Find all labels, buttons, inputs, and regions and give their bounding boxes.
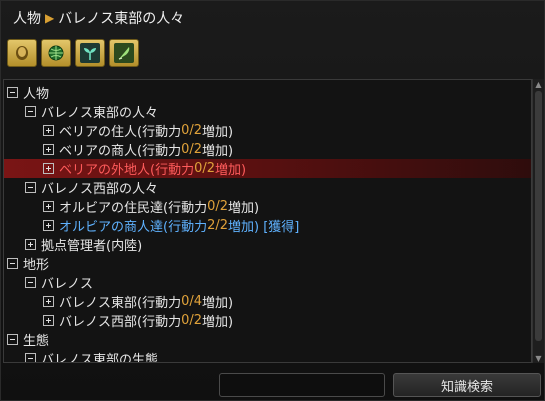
collapse-icon[interactable] <box>7 87 18 98</box>
expand-icon[interactable] <box>25 239 36 250</box>
globe-icon <box>48 45 64 61</box>
tree-node-people[interactable]: 人物 <box>4 83 522 102</box>
tree-node-velia-residents[interactable]: ベリアの住人(行動力 0/2 増加) <box>4 121 531 140</box>
category-toolbar <box>7 39 139 67</box>
category-topics-button[interactable] <box>109 39 139 67</box>
tree-node-velia-merchants[interactable]: ベリアの商人(行動力 0/2 増加) <box>4 140 531 159</box>
tree-scrollbar[interactable]: ▲ ▼ <box>532 79 544 363</box>
expand-icon[interactable] <box>43 201 54 212</box>
tree-node-ecology[interactable]: 生態 <box>4 330 522 349</box>
knowledge-search-button[interactable]: 知識検索 <box>393 373 541 397</box>
collapse-icon[interactable] <box>25 106 36 117</box>
expand-icon[interactable] <box>43 144 54 155</box>
person-icon <box>16 46 28 60</box>
tree-node-velia-outsiders-selected[interactable]: ベリアの外地人(行動力 0/2 増加) <box>4 159 531 178</box>
collapse-icon[interactable] <box>7 258 18 269</box>
collapse-icon[interactable] <box>25 353 36 362</box>
knowledge-tree: 人物 バレノス東部の人々 ベリアの住人(行動力 0/2 増加) ベリアの商人(行… <box>3 79 532 363</box>
chevron-right-icon: ▶ <box>45 11 55 25</box>
collapse-icon[interactable] <box>25 277 36 288</box>
expand-icon[interactable] <box>43 125 54 136</box>
tree-node-balenos-east-ecology[interactable]: バレノス東部の生態 <box>4 349 531 362</box>
tree-node-balenos-east-people[interactable]: バレノス東部の人々 <box>4 102 531 121</box>
sprout-icon <box>80 43 100 63</box>
tree-node-olvia-merchants-acquired[interactable]: オルビアの商人達(行動力 2/2 増加) [獲得] <box>4 216 531 235</box>
tree-node-node-managers-inland[interactable]: 拠点管理者(内陸) <box>4 235 531 254</box>
tree-node-balenos-east[interactable]: バレノス東部(行動力 0/4 増加) <box>4 292 531 311</box>
breadcrumb: 人物 ▶ バレノス東部の人々 <box>1 1 545 35</box>
knowledge-search-input[interactable] <box>219 373 385 397</box>
expand-icon[interactable] <box>43 296 54 307</box>
category-terrain-button[interactable] <box>41 39 71 67</box>
expand-icon[interactable] <box>43 315 54 326</box>
quill-icon <box>114 43 134 63</box>
category-people-button[interactable] <box>7 39 37 67</box>
expand-icon[interactable] <box>43 220 54 231</box>
category-ecology-button[interactable] <box>75 39 105 67</box>
knowledge-window: 人物 ▶ バレノス東部の人々 人物 バレノス東部の人々 ベリアの住人(行動力 0… <box>0 0 545 401</box>
scroll-up-icon[interactable]: ▲ <box>533 79 544 89</box>
collapse-icon[interactable] <box>7 334 18 345</box>
tree-node-balenos-west-people[interactable]: バレノス西部の人々 <box>4 178 531 197</box>
breadcrumb-current: バレノス東部の人々 <box>58 11 185 27</box>
tree-node-balenos-west[interactable]: バレノス西部(行動力 0/2 増加) <box>4 311 531 330</box>
collapse-icon[interactable] <box>25 182 36 193</box>
tree-node-olvia-residents[interactable]: オルビアの住民達(行動力 0/2 増加) <box>4 197 531 216</box>
tree-node-balenos[interactable]: バレノス <box>4 273 531 292</box>
tree-node-terrain[interactable]: 地形 <box>4 254 522 273</box>
breadcrumb-root[interactable]: 人物 <box>13 8 41 28</box>
expand-icon[interactable] <box>43 163 54 174</box>
scroll-down-icon[interactable]: ▼ <box>533 353 544 363</box>
scroll-thumb[interactable] <box>535 91 542 341</box>
